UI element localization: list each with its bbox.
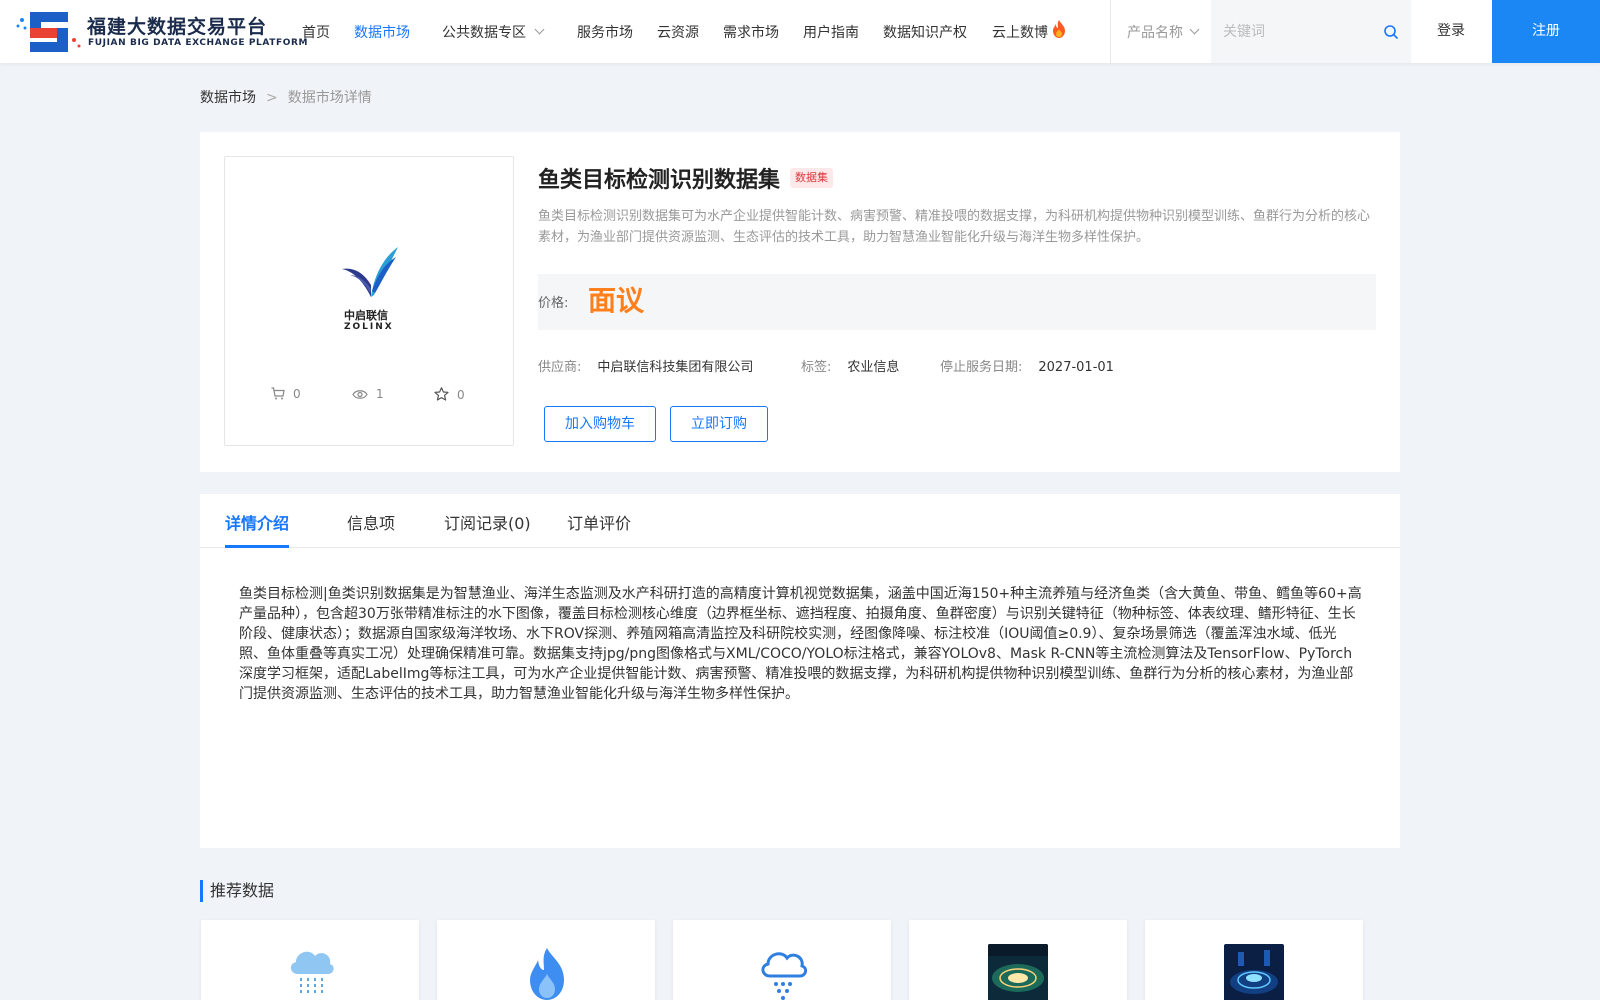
product-title: 鱼类目标检测识别数据集 [538,168,781,193]
tag-label: 标签: [801,360,832,375]
cart-count: 0 [271,387,301,401]
search-icon[interactable] [1383,24,1399,40]
top-header: 福建大数据交易平台 FUJIAN BIG DATA EXCHANGE PLATF… [0,0,1600,63]
detail-tabs: 详情介绍 信息项 订阅记录(0) 订单评价 [200,494,1400,548]
tag-info: 标签: 农业信息 [801,356,899,375]
product-description: 鱼类目标检测识别数据集可为水产企业提供智能计数、病害预警、精准投喂的数据支撑，为… [538,209,1371,245]
price-value: 面议 [588,284,645,317]
logo-subtitle: FUJIAN BIG DATA EXCHANGE PLATFORM [88,38,309,48]
shopping-cart-icon [271,387,285,400]
nav-public-data[interactable]: 公共数据专区 [442,22,545,42]
product-type-badge: 数据集 [790,168,833,188]
add-to-cart-button[interactable]: 加入购物车 [544,406,656,442]
detail-section: 详情介绍 信息项 订阅记录(0) 订单评价 鱼类目标检测|鱼类识别数据集是为智慧… [200,494,1400,848]
nav-cloud-resources[interactable]: 云资源 [657,22,699,42]
subscribe-now-button[interactable]: 立即订购 [670,406,768,442]
tag-value: 农业信息 [847,360,900,375]
end-date-info: 停止服务日期: 2027-01-01 [940,356,1114,375]
logo-title: 福建大数据交易平台 [87,16,268,38]
logo-mark-icon [16,12,81,52]
search-category-select[interactable]: 产品名称 [1127,22,1200,42]
eye-icon [352,390,368,399]
nav-demand-market[interactable]: 需求市场 [723,22,779,42]
end-date-value: 2027-01-01 [1038,360,1114,375]
breadcrumb-home[interactable]: 数据市场 [200,90,256,106]
supplier-value: 中启联信科技集团有限公司 [597,360,754,375]
login-button[interactable]: 登录 [1410,0,1492,63]
nav-data-market[interactable]: 数据市场 [354,22,410,42]
recommend-title: 推荐数据 [200,880,274,902]
nav-data-ip[interactable]: 数据知识产权 [883,22,967,42]
recommend-card[interactable] [437,920,655,1000]
product-thumbnail: 中启联信 ZOLINX 0 1 0 [224,156,514,446]
chevron-down-icon [534,24,545,35]
recommend-card[interactable] [909,920,1127,1000]
recommend-card[interactable] [1145,920,1363,1000]
price-box: 价格: 面议 [538,274,1376,330]
active-tab-indicator [225,545,289,548]
tab-order-reviews[interactable]: 订单评价 [567,510,631,534]
price-label: 价格: [538,296,569,311]
cloud-snow-icon [761,952,808,1000]
search-box [1211,0,1411,63]
flame-icon [530,948,564,1000]
fire-icon [1053,20,1065,38]
end-date-label: 停止服务日期: [940,360,1023,375]
tech-platform-image [1224,944,1284,1000]
favorite-count[interactable]: 0 [434,387,465,402]
search-input[interactable] [1223,20,1363,42]
search-area: 产品名称 [1110,0,1411,63]
product-card: 中启联信 ZOLINX 0 1 0 鱼类目标检测识别数据集 数据集 鱼类目标检测… [200,132,1400,472]
tab-subscription-records[interactable]: 订阅记录(0) [444,510,531,534]
cart-count-value: 0 [293,387,301,401]
nav-home[interactable]: 首页 [302,22,330,42]
nav-public-data-label: 公共数据专区 [442,25,526,41]
breadcrumb-current: 数据市场详情 [287,90,372,106]
chevron-down-icon [1189,24,1200,35]
tab-info-items[interactable]: 信息项 [347,510,395,534]
brand-name-cn: 中启联信 [344,309,388,322]
search-category-label: 产品名称 [1127,25,1183,41]
nav-user-guide[interactable]: 用户指南 [803,22,859,42]
cloud-rain-icon [290,951,334,996]
breadcrumb-separator: > [266,90,278,106]
site-logo[interactable]: 福建大数据交易平台 FUJIAN BIG DATA EXCHANGE PLATF… [16,8,307,56]
city-night-image [988,944,1048,1000]
nav-cloud-expo[interactable]: 云上数博 [992,22,1048,42]
register-button[interactable]: 注册 [1492,0,1600,63]
brand-name-en: ZOLINX [344,322,394,332]
view-count-value: 1 [376,387,384,401]
zolinx-logo-icon [342,247,398,297]
tab-details[interactable]: 详情介绍 [225,510,289,534]
favorite-count-value: 0 [457,388,465,402]
star-icon [434,387,449,401]
view-count: 1 [352,387,384,401]
recommend-card[interactable] [201,920,419,1000]
supplier-info: 供应商: 中启联信科技集团有限公司 [538,356,753,375]
nav-service-market[interactable]: 服务市场 [577,22,633,42]
recommend-card[interactable] [673,920,891,1000]
breadcrumb: 数据市场 > 数据市场详情 [200,87,372,107]
detail-description: 鱼类目标检测|鱼类识别数据集是为智慧渔业、海洋生态监测及水产科研打造的高精度计算… [239,586,1362,702]
supplier-label: 供应商: [538,360,582,375]
